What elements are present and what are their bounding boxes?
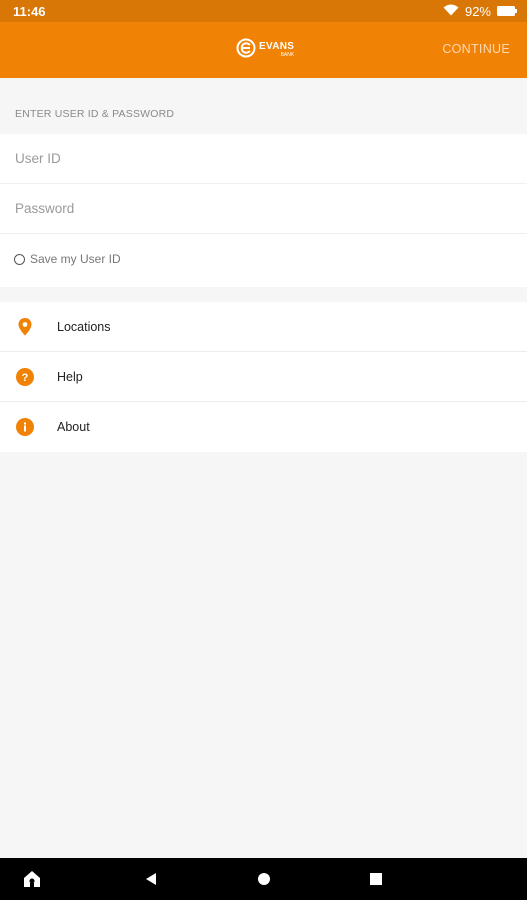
logo-word: EVANS bbox=[259, 41, 295, 52]
location-pin-icon bbox=[16, 317, 34, 336]
login-card: Save my User ID bbox=[0, 134, 527, 287]
save-user-id-label: Save my User ID bbox=[30, 252, 121, 266]
menu-item-about[interactable]: About bbox=[0, 402, 527, 452]
menu-list: Locations ? Help About bbox=[0, 302, 527, 452]
status-icons: 92% bbox=[443, 4, 517, 19]
svg-text:?: ? bbox=[22, 372, 29, 384]
home-circle-icon[interactable] bbox=[254, 869, 274, 889]
save-user-id-radio[interactable] bbox=[14, 253, 25, 265]
login-section-header: ENTER USER ID & PASSWORD bbox=[15, 108, 175, 120]
menu-item-label: Locations bbox=[57, 319, 111, 334]
back-icon[interactable] bbox=[141, 869, 161, 889]
status-time: 11:46 bbox=[13, 3, 46, 19]
home-icon[interactable] bbox=[22, 869, 42, 889]
wifi-icon bbox=[443, 4, 459, 19]
logo-text: EVANS BANK bbox=[259, 42, 294, 58]
app-bar: EVANS BANK CONTINUE bbox=[0, 22, 527, 78]
save-user-id-toggle[interactable]: Save my User ID bbox=[14, 252, 121, 266]
info-icon bbox=[16, 418, 34, 436]
menu-item-locations[interactable]: Locations bbox=[0, 302, 527, 352]
logo-sub: BANK bbox=[280, 52, 295, 58]
battery-percent: 92% bbox=[464, 3, 491, 19]
user-id-field bbox=[0, 134, 527, 184]
menu-item-help[interactable]: ? Help bbox=[0, 352, 527, 402]
continue-button[interactable]: CONTINUE bbox=[442, 42, 510, 56]
logo-e-icon bbox=[236, 38, 256, 63]
password-field bbox=[0, 184, 527, 234]
system-nav-bar bbox=[0, 858, 527, 900]
user-id-input[interactable] bbox=[0, 134, 527, 183]
menu-item-label: About bbox=[57, 420, 90, 434]
recents-icon[interactable] bbox=[366, 869, 386, 889]
help-icon: ? bbox=[16, 367, 34, 386]
password-input[interactable] bbox=[0, 184, 527, 233]
battery-icon bbox=[497, 4, 517, 19]
evans-bank-logo: EVANS BANK bbox=[236, 38, 294, 63]
status-bar: 11:46 92% bbox=[0, 0, 527, 22]
menu-item-label: Help bbox=[57, 369, 83, 384]
